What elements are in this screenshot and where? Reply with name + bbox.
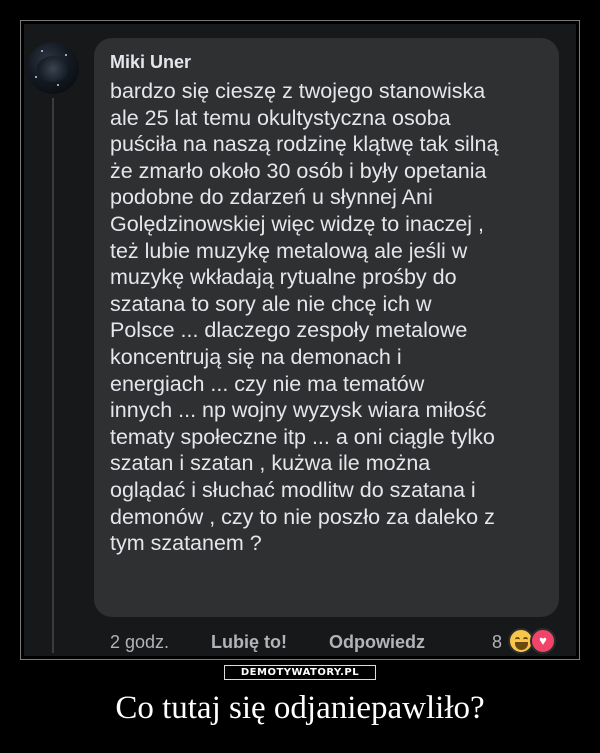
thread-line	[52, 98, 54, 653]
haha-mouth	[515, 642, 528, 650]
comment-line: Polsce ... dlaczego zespoły metalowe	[110, 318, 468, 343]
comment-line: tym szatanem ?	[110, 531, 262, 556]
comment-line: Golędzinowskiej więc widzę to inaczej ,	[110, 211, 485, 236]
avatar-star	[41, 50, 43, 52]
love-icon[interactable]: ♥	[530, 628, 556, 654]
reaction-count[interactable]: 8	[492, 632, 502, 653]
comment-bubble: Miki Uner bardzo się cieszę z twojego st…	[94, 38, 559, 617]
comment-line: energiach ... czy nie ma tematów	[110, 371, 425, 396]
comment-line: muzykę wkładają rytualne prośby do	[110, 265, 457, 290]
avatar-star	[35, 76, 37, 78]
comment-line: demonów , czy to nie poszło za daleko z	[110, 504, 495, 529]
comment-line: że zmarło około 30 osób i były opetania	[110, 158, 487, 183]
comment-line: tematy społeczne itp ... a oni ciągle ty…	[110, 424, 495, 449]
like-button[interactable]: Lubię to!	[211, 632, 287, 653]
comment-time[interactable]: 2 godz.	[110, 632, 169, 653]
comment-line: bardzo się cieszę z twojego stanowiska	[110, 79, 486, 103]
comment-author[interactable]: Miki Uner	[110, 52, 191, 73]
comment-line: ale 25 lat temu okultystyczna osoba	[110, 105, 451, 130]
comment-line: też lubie muzykę metalową ale jeśli w	[110, 238, 468, 263]
avatar-planet	[37, 56, 69, 82]
comment-line: innych ... np wojny wyzysk wiara miłość	[110, 398, 487, 423]
reply-button[interactable]: Odpowiedz	[329, 632, 425, 653]
avatar-star	[57, 84, 59, 86]
watermark-logo: DEMOTYWATORY.PL	[224, 665, 376, 680]
comment-actions: 2 godz. Lubię to! Odpowiedz 8 ♥	[94, 628, 564, 656]
comment-line: koncentrują się na demonach i	[110, 344, 402, 369]
comment-line: szatana to sory ale nie chcę ich w	[110, 291, 432, 316]
comment-text: bardzo się cieszę z twojego stanowiska a…	[110, 78, 550, 557]
comment-line: oglądać i słuchać modlitw do szatana i	[110, 477, 476, 502]
avatar-star	[65, 54, 67, 56]
comment-line: szatan i szatan , kużwa ile można	[110, 451, 431, 476]
avatar[interactable]	[27, 42, 79, 94]
caption: Co tutaj się odjaniepawliło?	[115, 690, 485, 726]
comment-line: podobne do zdarzeń u słynnej Ani	[110, 185, 433, 210]
comment-line: puściła na naszą rodzinę klątwę tak siln…	[110, 132, 499, 157]
